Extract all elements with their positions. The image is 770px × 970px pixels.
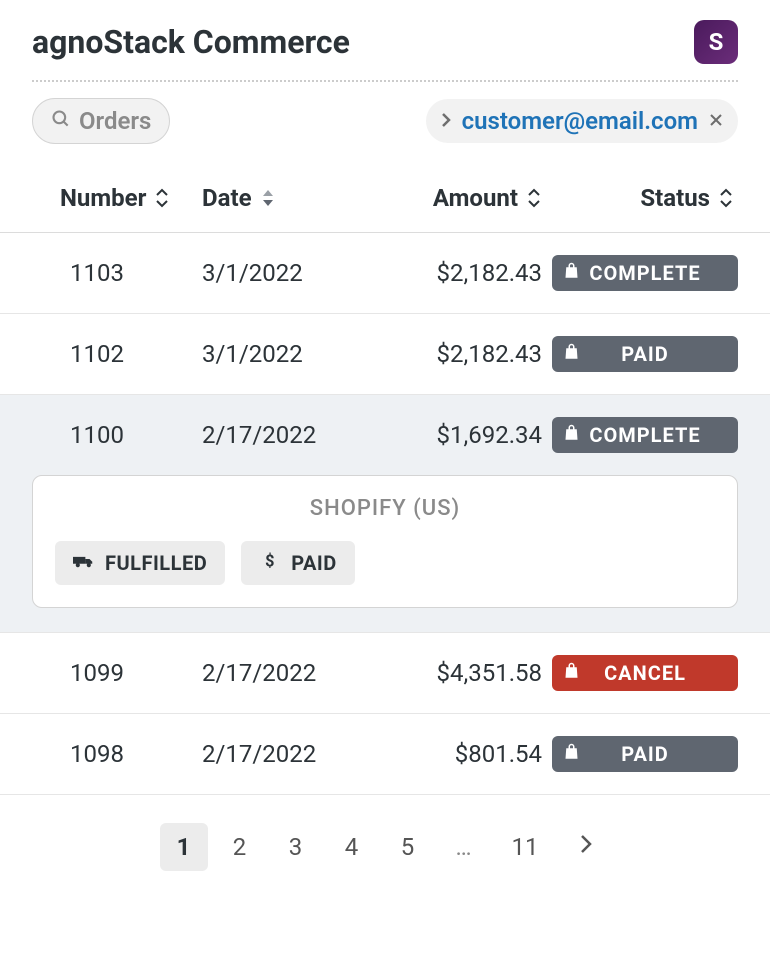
cell-date: 2/17/2022: [202, 659, 372, 687]
status-text: COMPLETE: [589, 261, 700, 285]
shopify-bag-icon: [564, 342, 582, 366]
page-button-last[interactable]: 11: [496, 823, 555, 871]
detail-chip-label: PAID: [291, 551, 337, 575]
customer-email-text: customer@email.com: [462, 107, 698, 135]
column-date-label: Date: [202, 184, 252, 212]
filter-row: Orders customer@email.com: [0, 82, 770, 168]
cell-amount: $801.54: [372, 740, 552, 768]
table-header: Number Date Amount Status: [0, 168, 770, 233]
column-status[interactable]: Status: [552, 168, 738, 232]
column-number-label: Number: [60, 184, 146, 212]
page-button[interactable]: 4: [328, 823, 376, 871]
cell-number: 1100: [32, 421, 202, 449]
detail-chip: $ PAID: [241, 541, 355, 585]
status-text: COMPLETE: [589, 423, 700, 447]
cell-amount: $2,182.43: [372, 340, 552, 368]
page-button[interactable]: 2: [216, 823, 264, 871]
cell-status: COMPLETE: [552, 255, 738, 291]
shopify-bag-icon: [564, 261, 582, 285]
cell-amount: $4,351.58: [372, 659, 552, 687]
close-icon[interactable]: [708, 109, 724, 133]
cell-status: CANCEL: [552, 655, 738, 691]
page-button[interactable]: 3: [272, 823, 320, 871]
cell-number: 1098: [32, 740, 202, 768]
pagination: 12345 … 11: [0, 795, 770, 899]
orders-filter-label: Orders: [79, 107, 151, 135]
detail-card: SHOPIFY (US) FULFILLED $ PAID: [32, 475, 738, 608]
cell-date: 3/1/2022: [202, 259, 372, 287]
cell-status: PAID: [552, 736, 738, 772]
status-badge[interactable]: COMPLETE: [552, 255, 738, 291]
dollar-icon: $: [259, 551, 281, 575]
orders-filter-pill[interactable]: Orders: [32, 98, 170, 144]
table-row[interactable]: 10982/17/2022$801.54 PAID: [0, 714, 770, 795]
provider-title: SHOPIFY (US): [55, 496, 715, 521]
customer-email-pill[interactable]: customer@email.com: [426, 99, 738, 143]
shopify-bag-icon: [564, 742, 582, 766]
status-badge[interactable]: PAID: [552, 336, 738, 372]
detail-chip: FULFILLED: [55, 541, 225, 585]
column-number[interactable]: Number: [32, 168, 202, 232]
cell-amount: $2,182.43: [372, 259, 552, 287]
cell-status: PAID: [552, 336, 738, 372]
shopify-bag-icon: [564, 423, 582, 447]
column-amount[interactable]: Amount: [372, 168, 552, 232]
page-button[interactable]: 5: [384, 823, 432, 871]
page-button[interactable]: 1: [160, 823, 208, 871]
cell-number: 1099: [32, 659, 202, 687]
column-amount-label: Amount: [433, 184, 518, 212]
cell-number: 1103: [32, 259, 202, 287]
status-text: PAID: [621, 742, 669, 766]
truck-icon: [73, 551, 95, 575]
status-badge[interactable]: PAID: [552, 736, 738, 772]
cell-status: COMPLETE: [552, 417, 738, 453]
column-date[interactable]: Date: [202, 168, 372, 232]
detail-chips: FULFILLED $ PAID: [55, 541, 715, 585]
chevron-right-icon: [440, 109, 452, 133]
header: agnoStack Commerce S: [0, 0, 770, 80]
sort-icon: [526, 188, 542, 208]
table-row[interactable]: 10992/17/2022$4,351.58 CANCEL: [0, 633, 770, 714]
page-title: agnoStack Commerce: [32, 23, 350, 61]
table-row[interactable]: 11002/17/2022$1,692.34 COMPLETE: [0, 395, 770, 475]
table-row[interactable]: 11033/1/2022$2,182.43 COMPLETE: [0, 233, 770, 314]
detail-chip-label: FULFILLED: [105, 551, 207, 575]
column-status-label: Status: [640, 184, 710, 212]
svg-text:$: $: [265, 552, 275, 570]
brand-logo: S: [694, 20, 738, 64]
chevron-right-icon: [579, 833, 593, 861]
row-detail-panel: SHOPIFY (US) FULFILLED $ PAID: [0, 475, 770, 633]
status-badge[interactable]: COMPLETE: [552, 417, 738, 453]
page-next-button[interactable]: [562, 823, 610, 871]
table-body: 11033/1/2022$2,182.43COMPLETE11023/1/202…: [0, 233, 770, 795]
cell-date: 2/17/2022: [202, 421, 372, 449]
sort-icon: [718, 188, 734, 208]
status-text: CANCEL: [604, 661, 686, 685]
search-icon: [51, 107, 71, 135]
status-text: PAID: [621, 342, 669, 366]
cell-date: 3/1/2022: [202, 340, 372, 368]
sort-icon-active: [260, 188, 276, 208]
cell-date: 2/17/2022: [202, 740, 372, 768]
sort-icon: [154, 188, 170, 208]
brand-logo-letter: S: [709, 28, 724, 56]
orders-table: Number Date Amount Status: [0, 168, 770, 795]
status-badge[interactable]: CANCEL: [552, 655, 738, 691]
shopify-bag-icon: [564, 661, 582, 685]
table-row[interactable]: 11023/1/2022$2,182.43 PAID: [0, 314, 770, 395]
cell-number: 1102: [32, 340, 202, 368]
page-ellipsis: …: [440, 833, 488, 861]
cell-amount: $1,692.34: [372, 421, 552, 449]
